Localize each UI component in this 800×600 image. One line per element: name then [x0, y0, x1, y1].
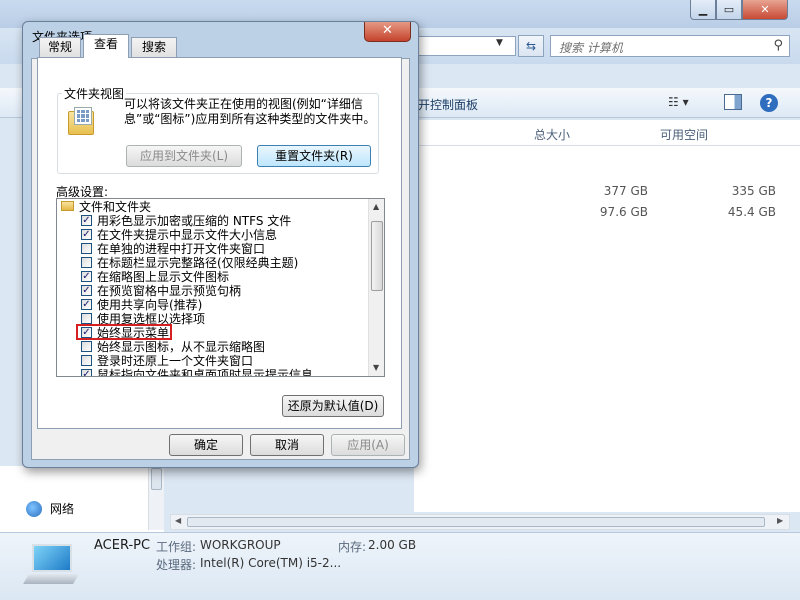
scroll-down-icon[interactable]: ▼: [373, 363, 379, 372]
network-icon: [26, 500, 42, 517]
option-checkbox[interactable]: [81, 215, 92, 226]
column-header: 总大小 可用空间: [414, 120, 800, 146]
maximize-button[interactable]: ▭: [716, 0, 742, 20]
restore-defaults-button[interactable]: 还原为默认值(D): [282, 395, 384, 417]
folder-views-description: 可以将该文件夹正在使用的视图(例如“详细信息”或“图标”)应用到所有这种类型的文…: [124, 97, 376, 126]
option-label[interactable]: 登录时还原上一个文件夹窗口: [97, 354, 253, 368]
column-free-space[interactable]: 可用空间: [660, 126, 708, 143]
dialog-close-button[interactable]: ✕: [364, 22, 411, 42]
cancel-button[interactable]: 取消: [250, 434, 324, 456]
option-checkbox[interactable]: [81, 355, 92, 366]
advanced-list-scrollbar-thumb[interactable]: [371, 221, 383, 291]
horizontal-scrollbar-thumb[interactable]: [187, 517, 765, 527]
network-label: 网络: [50, 502, 75, 516]
navigation-pane: [0, 466, 164, 532]
help-icon[interactable]: ?: [760, 94, 778, 112]
option-checkbox[interactable]: [81, 243, 92, 254]
option-label[interactable]: 在标题栏显示完整路径(仅限经典主题): [97, 256, 298, 270]
column-total-size[interactable]: 总大小: [534, 126, 570, 143]
open-control-panel-button[interactable]: 开控制面板: [418, 96, 478, 113]
search-input[interactable]: 搜索 计算机 ⚲: [550, 35, 790, 57]
workgroup-label: 工作组:: [156, 540, 197, 554]
option-label[interactable]: 在文件夹提示中显示文件大小信息: [97, 228, 277, 242]
tab-general[interactable]: 常规: [39, 37, 81, 57]
scroll-left-icon[interactable]: ◀: [175, 516, 181, 525]
refresh-button[interactable]: ⇆: [518, 35, 544, 57]
workgroup-value: WORKGROUP: [200, 538, 281, 552]
option-checkbox[interactable]: [81, 299, 92, 310]
folder-icon: [61, 201, 74, 211]
ok-button[interactable]: 确定: [169, 434, 243, 456]
option-checkbox[interactable]: [81, 257, 92, 268]
highlight-box: [76, 324, 172, 340]
drive-list: 377 GB 335 GB 97.6 GB 45.4 GB: [414, 146, 800, 512]
computer-icon: [23, 544, 79, 584]
scroll-up-icon[interactable]: ▲: [373, 202, 379, 211]
cpu-value: Intel(R) Core(TM) i5-2...: [200, 556, 342, 570]
explorer-close-button[interactable]: ✕: [742, 0, 788, 20]
folder-views-title: 文件夹视图: [62, 85, 127, 102]
drive-1-free: 335 GB: [731, 184, 776, 198]
option-label[interactable]: 用彩色显示加密或压缩的 NTFS 文件: [97, 214, 291, 228]
advanced-list-scrollbar[interactable]: ▲ ▼: [368, 199, 384, 376]
drive-1-total: 377 GB: [603, 184, 648, 198]
option-checkbox[interactable]: [81, 285, 92, 296]
preview-pane-icon[interactable]: [724, 94, 742, 110]
option-checkbox[interactable]: [81, 369, 92, 376]
apply-to-folders-button[interactable]: 应用到文件夹(L): [126, 145, 242, 167]
search-placeholder: 搜索 计算机: [559, 41, 623, 55]
scrollbar-thumb[interactable]: [151, 468, 162, 490]
pc-name: ACER-PC: [94, 538, 151, 553]
scroll-right-icon[interactable]: ▶: [777, 516, 783, 525]
memory-value: 2.00 GB: [368, 538, 417, 552]
tab-view[interactable]: 查看: [83, 34, 129, 58]
option-label[interactable]: 使用共享向导(推荐): [97, 298, 202, 312]
folder-view-icon: [68, 107, 96, 137]
option-checkbox[interactable]: [81, 313, 92, 324]
drive-2-total: 97.6 GB: [599, 205, 648, 219]
option-label[interactable]: 在预览窗格中显示预览句柄: [97, 284, 241, 298]
horizontal-scrollbar[interactable]: ◀ ▶: [170, 514, 790, 530]
navigation-scrollbar[interactable]: [148, 466, 164, 530]
advanced-settings-list[interactable]: 文件和文件夹 用彩色显示加密或压缩的 NTFS 文件在文件夹提示中显示文件大小信…: [56, 198, 385, 377]
memory-label: 内存:: [338, 540, 367, 554]
option-checkbox[interactable]: [81, 271, 92, 282]
option-checkbox[interactable]: [81, 229, 92, 240]
option-label[interactable]: 始终显示图标，从不显示缩略图: [97, 340, 265, 354]
change-view-icon[interactable]: ☷ ▾: [668, 95, 708, 109]
reset-folders-button[interactable]: 重置文件夹(R): [257, 145, 371, 167]
option-label[interactable]: 鼠标指向文件夹和桌面项时显示提示信息: [97, 368, 313, 376]
option-label[interactable]: 在单独的进程中打开文件夹窗口: [97, 242, 265, 256]
minimize-button[interactable]: ▁: [690, 0, 716, 20]
cpu-label: 处理器:: [156, 558, 197, 572]
address-dropdown-icon[interactable]: ▼: [496, 38, 503, 48]
option-label[interactable]: 在缩略图上显示文件图标: [97, 270, 229, 284]
nav-item-network[interactable]: 网络: [26, 500, 74, 517]
tab-search[interactable]: 搜索: [131, 37, 177, 57]
tree-root-label: 文件和文件夹: [79, 200, 152, 214]
option-checkbox[interactable]: [81, 341, 92, 352]
drive-2-free: 45.4 GB: [727, 205, 776, 219]
search-icon[interactable]: ⚲: [773, 38, 783, 53]
apply-button[interactable]: 应用(A): [331, 434, 405, 456]
